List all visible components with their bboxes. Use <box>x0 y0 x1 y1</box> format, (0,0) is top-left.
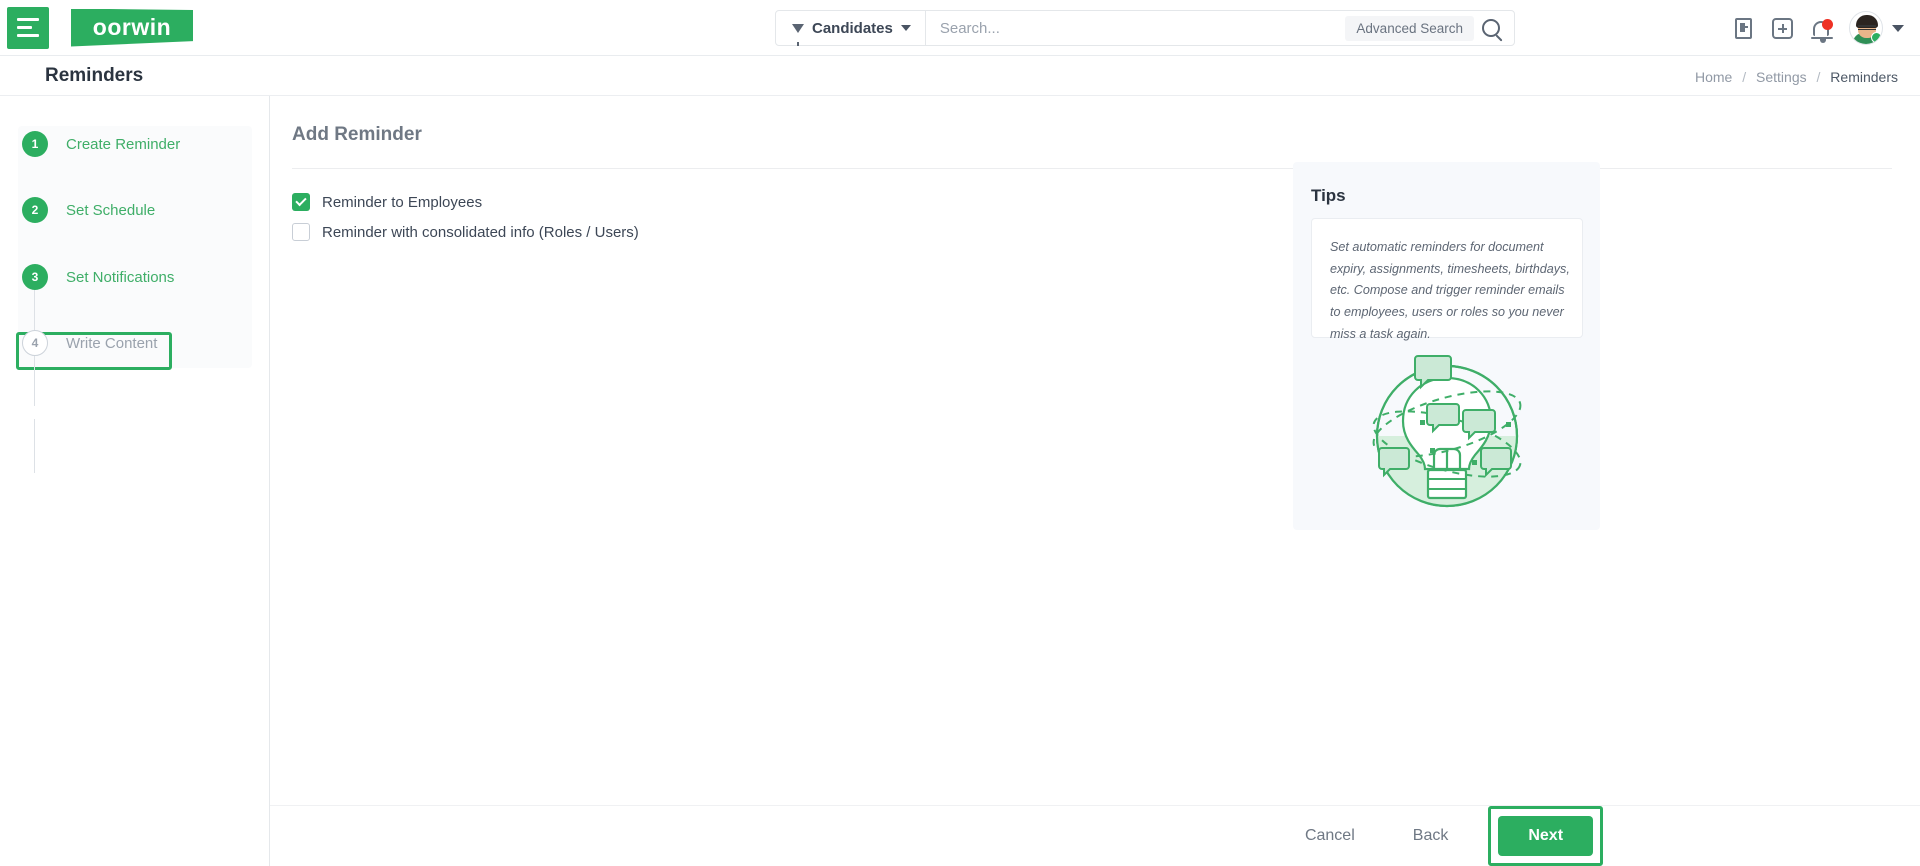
breadcrumb-item-settings[interactable]: Settings <box>1756 69 1807 85</box>
notification-badge <box>1822 18 1833 30</box>
form-title: Add Reminder <box>292 124 422 145</box>
sidebar-step-label: Write Content <box>66 334 158 352</box>
page-title: Reminders <box>45 65 144 86</box>
logo-text: oorwin <box>92 14 172 40</box>
breadcrumb-item-home[interactable]: Home <box>1695 69 1732 85</box>
sidebar-step-set-schedule[interactable]: 2 Set Schedule <box>22 196 155 224</box>
sidebar-step-set-notifications[interactable]: 3 Set Notifications <box>22 263 174 291</box>
entity-filter-dropdown[interactable]: Candidates <box>776 11 926 46</box>
step-connector <box>34 352 35 406</box>
step-connector <box>34 419 35 473</box>
oorwin-logo[interactable]: oorwin <box>71 8 193 47</box>
lightbulb-orbit-illustration <box>1354 352 1540 525</box>
sidebar-step-label: Set Notifications <box>66 268 175 286</box>
sidebar-step-create-reminder[interactable]: 1 Create Reminder <box>22 130 180 158</box>
title-divider <box>292 168 1892 169</box>
breadcrumb-separator: / <box>1742 69 1747 85</box>
step-number-badge: 4 <box>22 330 48 356</box>
sidebar-step-write-content[interactable]: 4 Write Content <box>22 329 157 357</box>
breadcrumb-item-reminders: Reminders <box>1830 69 1898 85</box>
checkbox-label: Reminder to Employees <box>322 193 483 211</box>
tips-title: Tips <box>1311 186 1346 205</box>
tips-body-text: Set automatic reminders for document exp… <box>1330 240 1570 341</box>
entity-filter-label: Candidates <box>812 19 893 37</box>
search-input[interactable] <box>925 11 1346 45</box>
step-number-badge: 1 <box>22 131 48 157</box>
header-icon-cluster <box>1735 0 1904 56</box>
step-number-badge: 3 <box>22 264 48 290</box>
search-icon[interactable] <box>1482 19 1500 37</box>
advanced-search-button[interactable]: Advanced Search <box>1345 15 1474 41</box>
step-number-badge: 2 <box>22 197 48 223</box>
breadcrumb-separator: / <box>1816 69 1821 85</box>
hamburger-line <box>17 26 32 29</box>
add-plus-icon[interactable] <box>1772 17 1793 39</box>
profile-menu[interactable] <box>1849 11 1904 45</box>
checkbox-icon-checked[interactable] <box>292 193 310 211</box>
top-navigation-bar: oorwin Candidates Advanced Search <box>0 0 1920 56</box>
cancel-button[interactable]: Cancel <box>1287 819 1373 853</box>
checkbox-label: Reminder with consolidated info (Roles /… <box>322 223 639 241</box>
tips-panel: Tips Set automatic reminders for documen… <box>1293 162 1600 530</box>
checkbox-reminder-to-employees[interactable]: Reminder to Employees <box>292 193 482 211</box>
notifications-bell-icon[interactable] <box>1811 18 1833 43</box>
checkbox-reminder-consolidated-info[interactable]: Reminder with consolidated info (Roles /… <box>292 223 639 241</box>
form-list-icon[interactable] <box>1735 17 1752 39</box>
breadcrumb: Home / Settings / Reminders <box>1695 69 1898 85</box>
sidebar-step-label: Set Schedule <box>66 201 156 219</box>
global-search-bar: Candidates Advanced Search <box>775 10 1515 46</box>
hamburger-line <box>17 34 39 37</box>
tips-text-box: Set automatic reminders for document exp… <box>1311 218 1583 341</box>
next-button-highlight: Next <box>1488 806 1604 866</box>
checkbox-icon-unchecked[interactable] <box>292 223 310 241</box>
back-button[interactable]: Back <box>1395 819 1467 853</box>
sidebar-step-label: Create Reminder <box>66 135 181 153</box>
chevron-down-icon <box>1892 24 1904 32</box>
wizard-sidebar: 1 Create Reminder 2 Set Schedule 3 Set N… <box>0 96 270 866</box>
next-button[interactable]: Next <box>1498 816 1594 856</box>
page-header-bar: Reminders Home / Settings / Reminders <box>0 56 1920 96</box>
hamburger-menu-icon[interactable] <box>7 6 49 49</box>
hamburger-line <box>17 18 39 21</box>
online-status-dot <box>1871 32 1882 43</box>
main-content-area: Add Reminder Reminder to Employees Remin… <box>270 96 1920 866</box>
user-avatar <box>1849 11 1883 45</box>
funnel-icon <box>792 23 804 46</box>
wizard-footer: Cancel Back Next <box>270 806 1920 866</box>
chevron-down-icon <box>900 25 911 31</box>
